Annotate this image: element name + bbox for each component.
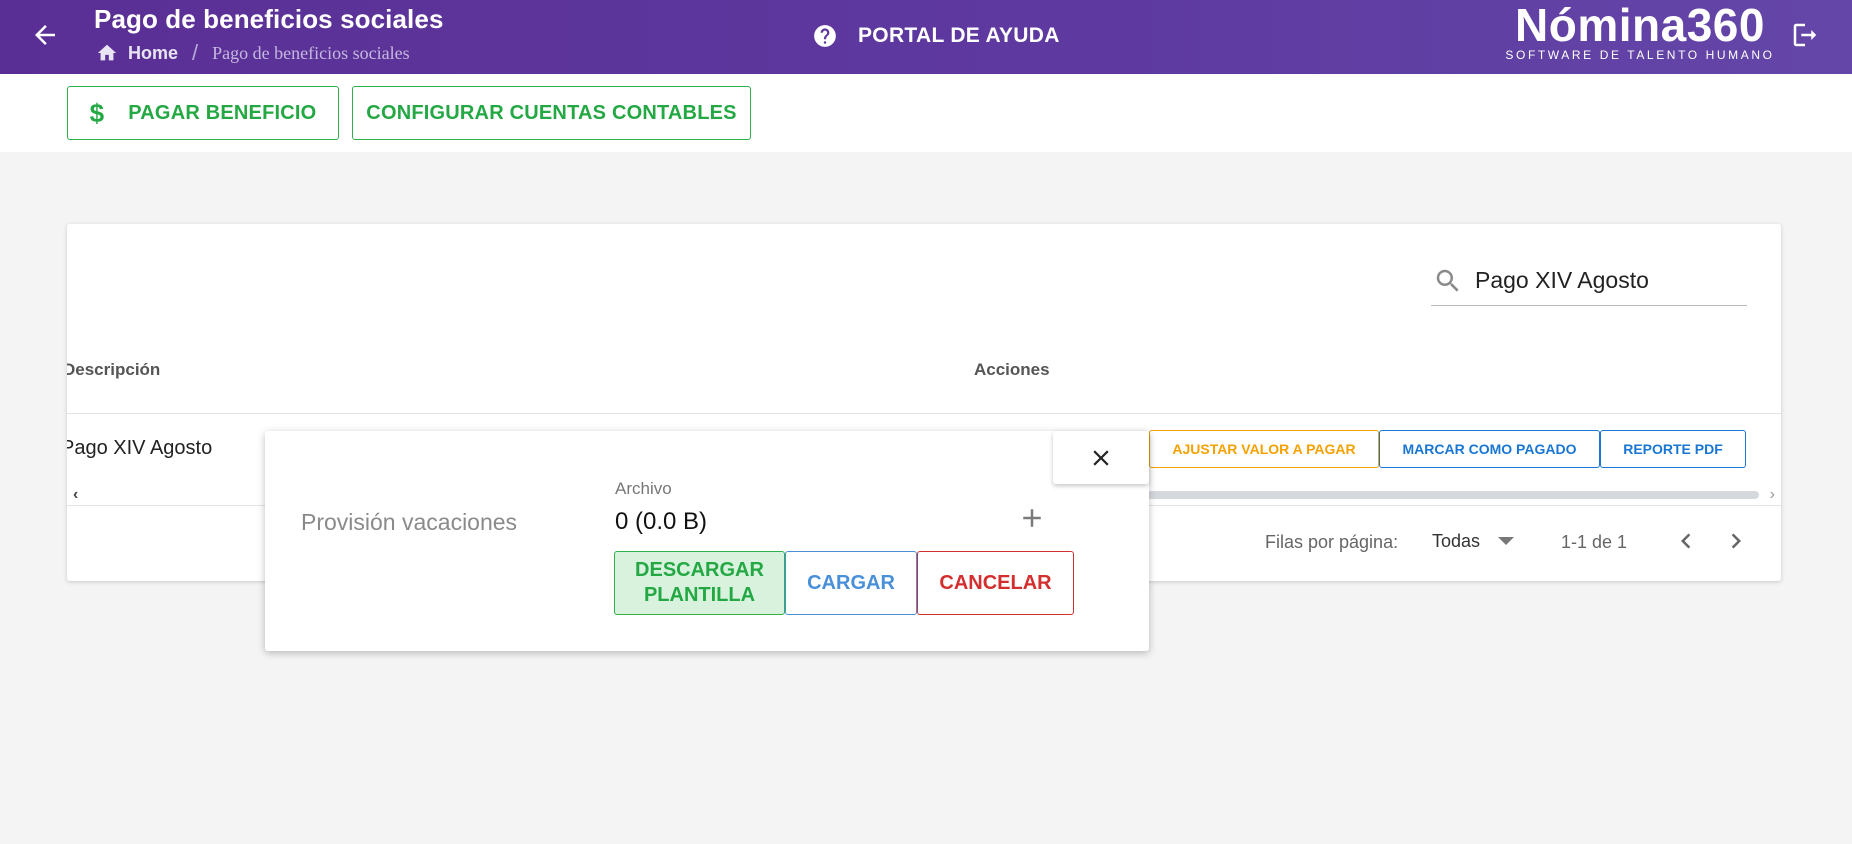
search-icon xyxy=(1436,269,1459,292)
file-size-value: 0 (0.0 B) xyxy=(615,508,708,535)
logout-icon xyxy=(1793,23,1817,47)
file-field-label: Archivo xyxy=(615,479,672,498)
brand-tagline: SOFTWARE DE TALENTO HUMANO xyxy=(1505,48,1775,62)
action-toolbar: $ PAGAR BENEFICIO CONFIGURAR CUENTAS CON… xyxy=(0,74,1852,152)
download-template-label-line1: DESCARGAR xyxy=(635,559,764,581)
pagination-range: 1-1 de 1 xyxy=(1561,532,1628,552)
chevron-right-icon xyxy=(1731,533,1741,549)
search-field[interactable] xyxy=(1431,256,1747,306)
scrollbar-thumb[interactable] xyxy=(1147,491,1759,499)
plus-icon xyxy=(1023,509,1041,527)
cancel-button[interactable]: CANCELAR xyxy=(917,551,1074,615)
upload-button[interactable]: CARGAR xyxy=(785,551,917,615)
caret-down-icon xyxy=(1498,537,1515,545)
upload-file-popup: Provisión vacaciones Archivo 0 (0.0 B) D… xyxy=(265,431,1149,651)
page-title: Pago de beneficios sociales xyxy=(94,4,444,34)
back-button[interactable] xyxy=(30,18,60,52)
configure-accounts-button[interactable]: CONFIGURAR CUENTAS CONTABLES xyxy=(352,86,751,140)
mark-paid-button[interactable]: MARCAR COMO PAGADO xyxy=(1379,430,1600,468)
scroll-left-arrow-icon[interactable]: ‹ xyxy=(73,486,78,504)
logout-button[interactable] xyxy=(1790,20,1820,50)
column-header-description[interactable]: Descripción xyxy=(67,360,160,380)
arrow-left-icon xyxy=(35,25,55,45)
chevron-left-icon xyxy=(1681,533,1691,549)
top-app-bar: Pago de beneficios sociales Home / Pago … xyxy=(0,0,1852,74)
row-description: Pago XIV Agosto xyxy=(67,437,213,459)
pay-benefit-label: PAGAR BENEFICIO xyxy=(128,101,317,124)
rows-per-page-label: Filas por página: xyxy=(1265,532,1399,552)
previous-page-button[interactable] xyxy=(1671,524,1701,558)
brand-name: Nómina360 xyxy=(1515,0,1765,51)
rows-per-page-value: Todas xyxy=(1432,530,1481,551)
adjust-value-button[interactable]: AJUSTAR VALOR A PAGAR xyxy=(1149,430,1379,468)
help-circle-icon xyxy=(814,25,836,47)
column-header-actions: Acciones xyxy=(974,360,1050,379)
pdf-report-button[interactable]: REPORTE PDF xyxy=(1600,430,1746,468)
download-template-label-line2: PLANTILLA xyxy=(643,584,756,606)
help-portal-label: PORTAL DE AYUDA xyxy=(858,24,1060,47)
next-page-button[interactable] xyxy=(1721,524,1751,558)
rows-per-page-select[interactable]: Todas xyxy=(1432,524,1515,558)
breadcrumb-current: Pago de beneficios sociales xyxy=(212,42,410,63)
popup-benefit-label: Provisión vacaciones xyxy=(301,509,518,535)
breadcrumb-separator: / xyxy=(192,40,199,65)
help-portal-link[interactable]: PORTAL DE AYUDA xyxy=(812,20,1060,52)
scroll-right-arrow-icon[interactable]: › xyxy=(1770,486,1775,504)
add-file-button[interactable] xyxy=(1017,503,1047,533)
close-popup-button[interactable] xyxy=(1053,431,1149,484)
dollar-icon: $ xyxy=(89,97,105,128)
home-icon[interactable] xyxy=(96,42,118,64)
close-icon xyxy=(1093,449,1109,466)
search-input[interactable] xyxy=(1475,267,1725,294)
breadcrumb-home-link[interactable]: Home xyxy=(128,43,178,64)
brand-logo: Nómina360 SOFTWARE DE TALENTO HUMANO xyxy=(1505,0,1775,62)
download-template-button[interactable]: DESCARGAR PLANTILLA xyxy=(614,551,785,615)
header-divider xyxy=(67,413,1781,414)
breadcrumb: Home / Pago de beneficios sociales xyxy=(96,40,410,65)
pay-benefit-button[interactable]: $ PAGAR BENEFICIO xyxy=(67,86,339,140)
configure-accounts-label: CONFIGURAR CUENTAS CONTABLES xyxy=(366,101,737,124)
